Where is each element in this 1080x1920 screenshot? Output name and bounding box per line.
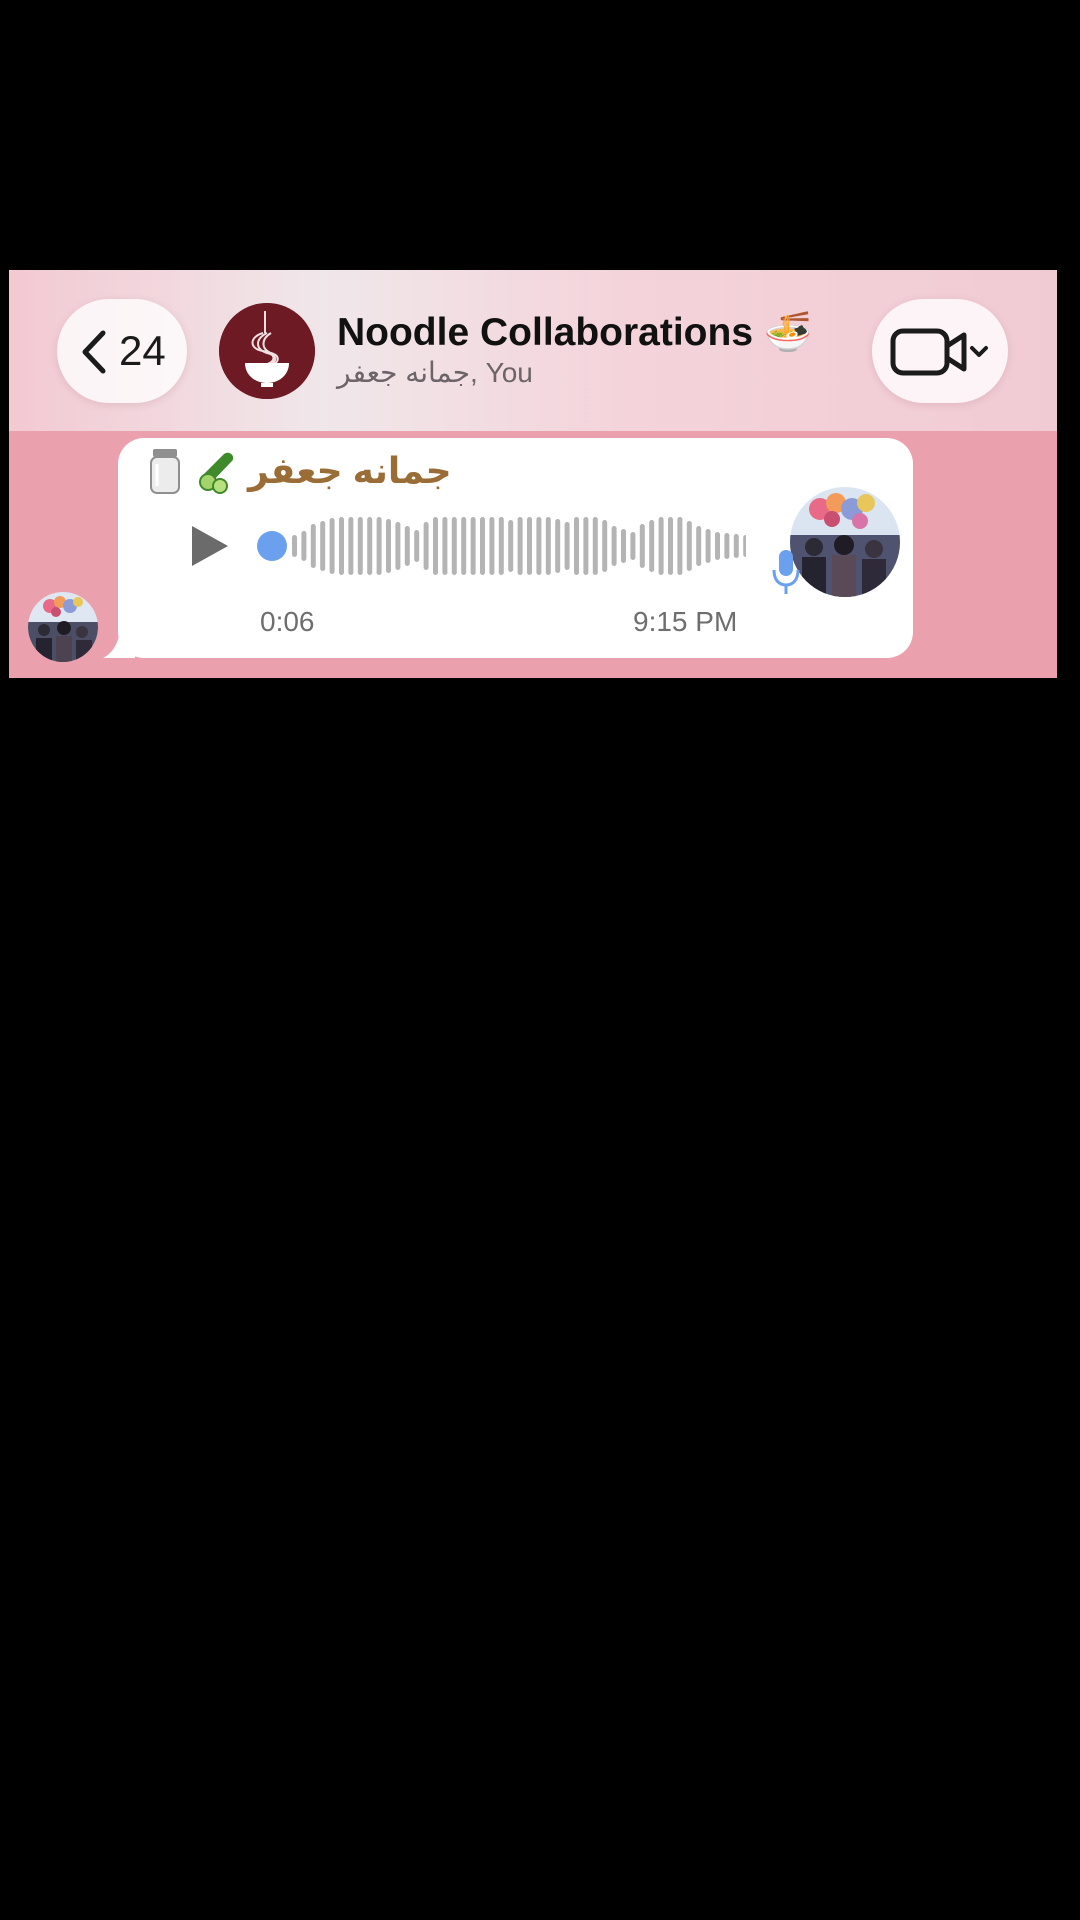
- cucumber-icon: [199, 452, 234, 494]
- play-icon: [192, 526, 228, 566]
- waveform-bar: [357, 517, 363, 575]
- sender-name[interactable]: جمانه جعفر: [248, 449, 452, 493]
- chat-members: جمانه جعفر, You: [337, 357, 533, 388]
- waveform-bar: [611, 526, 617, 566]
- waveform-bar: [320, 521, 326, 571]
- waveform-bar: [658, 517, 664, 575]
- chevron-left-icon: [82, 330, 106, 374]
- waveform-bar: [621, 529, 626, 563]
- noodle-bowl-logo: [219, 303, 315, 399]
- video-call-button[interactable]: [872, 299, 1008, 403]
- waveform-bar: [461, 517, 467, 575]
- message-time: 9:15 PM: [633, 606, 738, 637]
- waveform-bar: [433, 517, 438, 575]
- waveform-bar: [339, 517, 344, 575]
- chat-screen: 24 Noodle Collaborations 🍜 جمانه جعفر, Y…: [9, 270, 1057, 678]
- waveform-bar: [329, 518, 335, 574]
- waveform-bar: [668, 517, 673, 575]
- waveform-bar: [705, 529, 711, 563]
- unread-count: 24: [119, 327, 166, 374]
- waveform-bar: [517, 517, 523, 575]
- waveform-bar: [733, 534, 739, 558]
- waveform-bar: [639, 524, 645, 568]
- waveform-bar: [696, 526, 702, 566]
- voice-note-avatar: [790, 487, 900, 597]
- waveform-bar: [292, 535, 297, 557]
- waveform-bar: [555, 519, 561, 573]
- waveform-bar: [367, 517, 373, 575]
- waveform-bar: [574, 517, 579, 575]
- waveform-bar: [602, 520, 608, 572]
- waveform-bar: [423, 522, 429, 570]
- group-avatar[interactable]: [219, 303, 315, 399]
- jar-icon: [150, 449, 180, 494]
- waveform-bar: [508, 520, 514, 572]
- waveform-bar: [395, 522, 401, 570]
- waveform-bar: [376, 517, 382, 575]
- video-camera-icon: [890, 328, 988, 376]
- waveform-bar: [686, 521, 692, 571]
- chat-header: 24 Noodle Collaborations 🍜 جمانه جعفر, Y…: [9, 270, 1057, 431]
- waveform-bar: [527, 517, 532, 575]
- voice-duration: 0:06: [260, 606, 315, 637]
- waveform-bar: [545, 517, 551, 575]
- waveform-bar: [470, 517, 476, 575]
- waveform-bar: [301, 531, 307, 561]
- waveform-bar: [715, 532, 720, 560]
- waveform-bar: [677, 517, 683, 575]
- waveform-bar: [564, 522, 570, 570]
- crowd-photo-avatar: [28, 592, 98, 662]
- waveform-bar: [743, 535, 746, 557]
- waveform-bar: [451, 517, 457, 575]
- waveform-bar: [404, 526, 410, 566]
- waveform-bar: [414, 530, 420, 562]
- back-button[interactable]: 24: [57, 299, 187, 403]
- waveform-bar: [348, 517, 354, 575]
- waveform-bar: [724, 533, 730, 559]
- chat-title: Noodle Collaborations 🍜: [337, 311, 813, 354]
- waveform-bar: [592, 517, 598, 575]
- waveform-bar: [489, 517, 495, 575]
- waveform-bar: [536, 517, 542, 575]
- microphone-icon: [772, 550, 800, 594]
- playback-scrubber: [257, 531, 287, 561]
- waveform-bar: [310, 524, 316, 568]
- waveform-bar: [649, 520, 655, 572]
- voice-message-bubble[interactable]: جمانه جعفر 0:06 9:15 PM: [118, 438, 913, 658]
- waveform-bar: [498, 517, 504, 575]
- play-button[interactable]: [176, 516, 236, 576]
- audio-waveform[interactable]: [256, 506, 746, 586]
- waveform-bar: [386, 519, 391, 573]
- crowd-photo-avatar: [790, 487, 900, 597]
- waveform-bar: [630, 532, 636, 560]
- sender-avatar[interactable]: [28, 592, 98, 662]
- sender-line: جمانه جعفر: [148, 446, 452, 496]
- waveform-bar: [442, 517, 448, 575]
- chevron-down-icon: [970, 346, 988, 357]
- chat-title-block[interactable]: Noodle Collaborations 🍜 جمانه جعفر, You: [337, 310, 857, 390]
- waveform-bar: [583, 517, 589, 575]
- waveform-bar: [480, 517, 485, 575]
